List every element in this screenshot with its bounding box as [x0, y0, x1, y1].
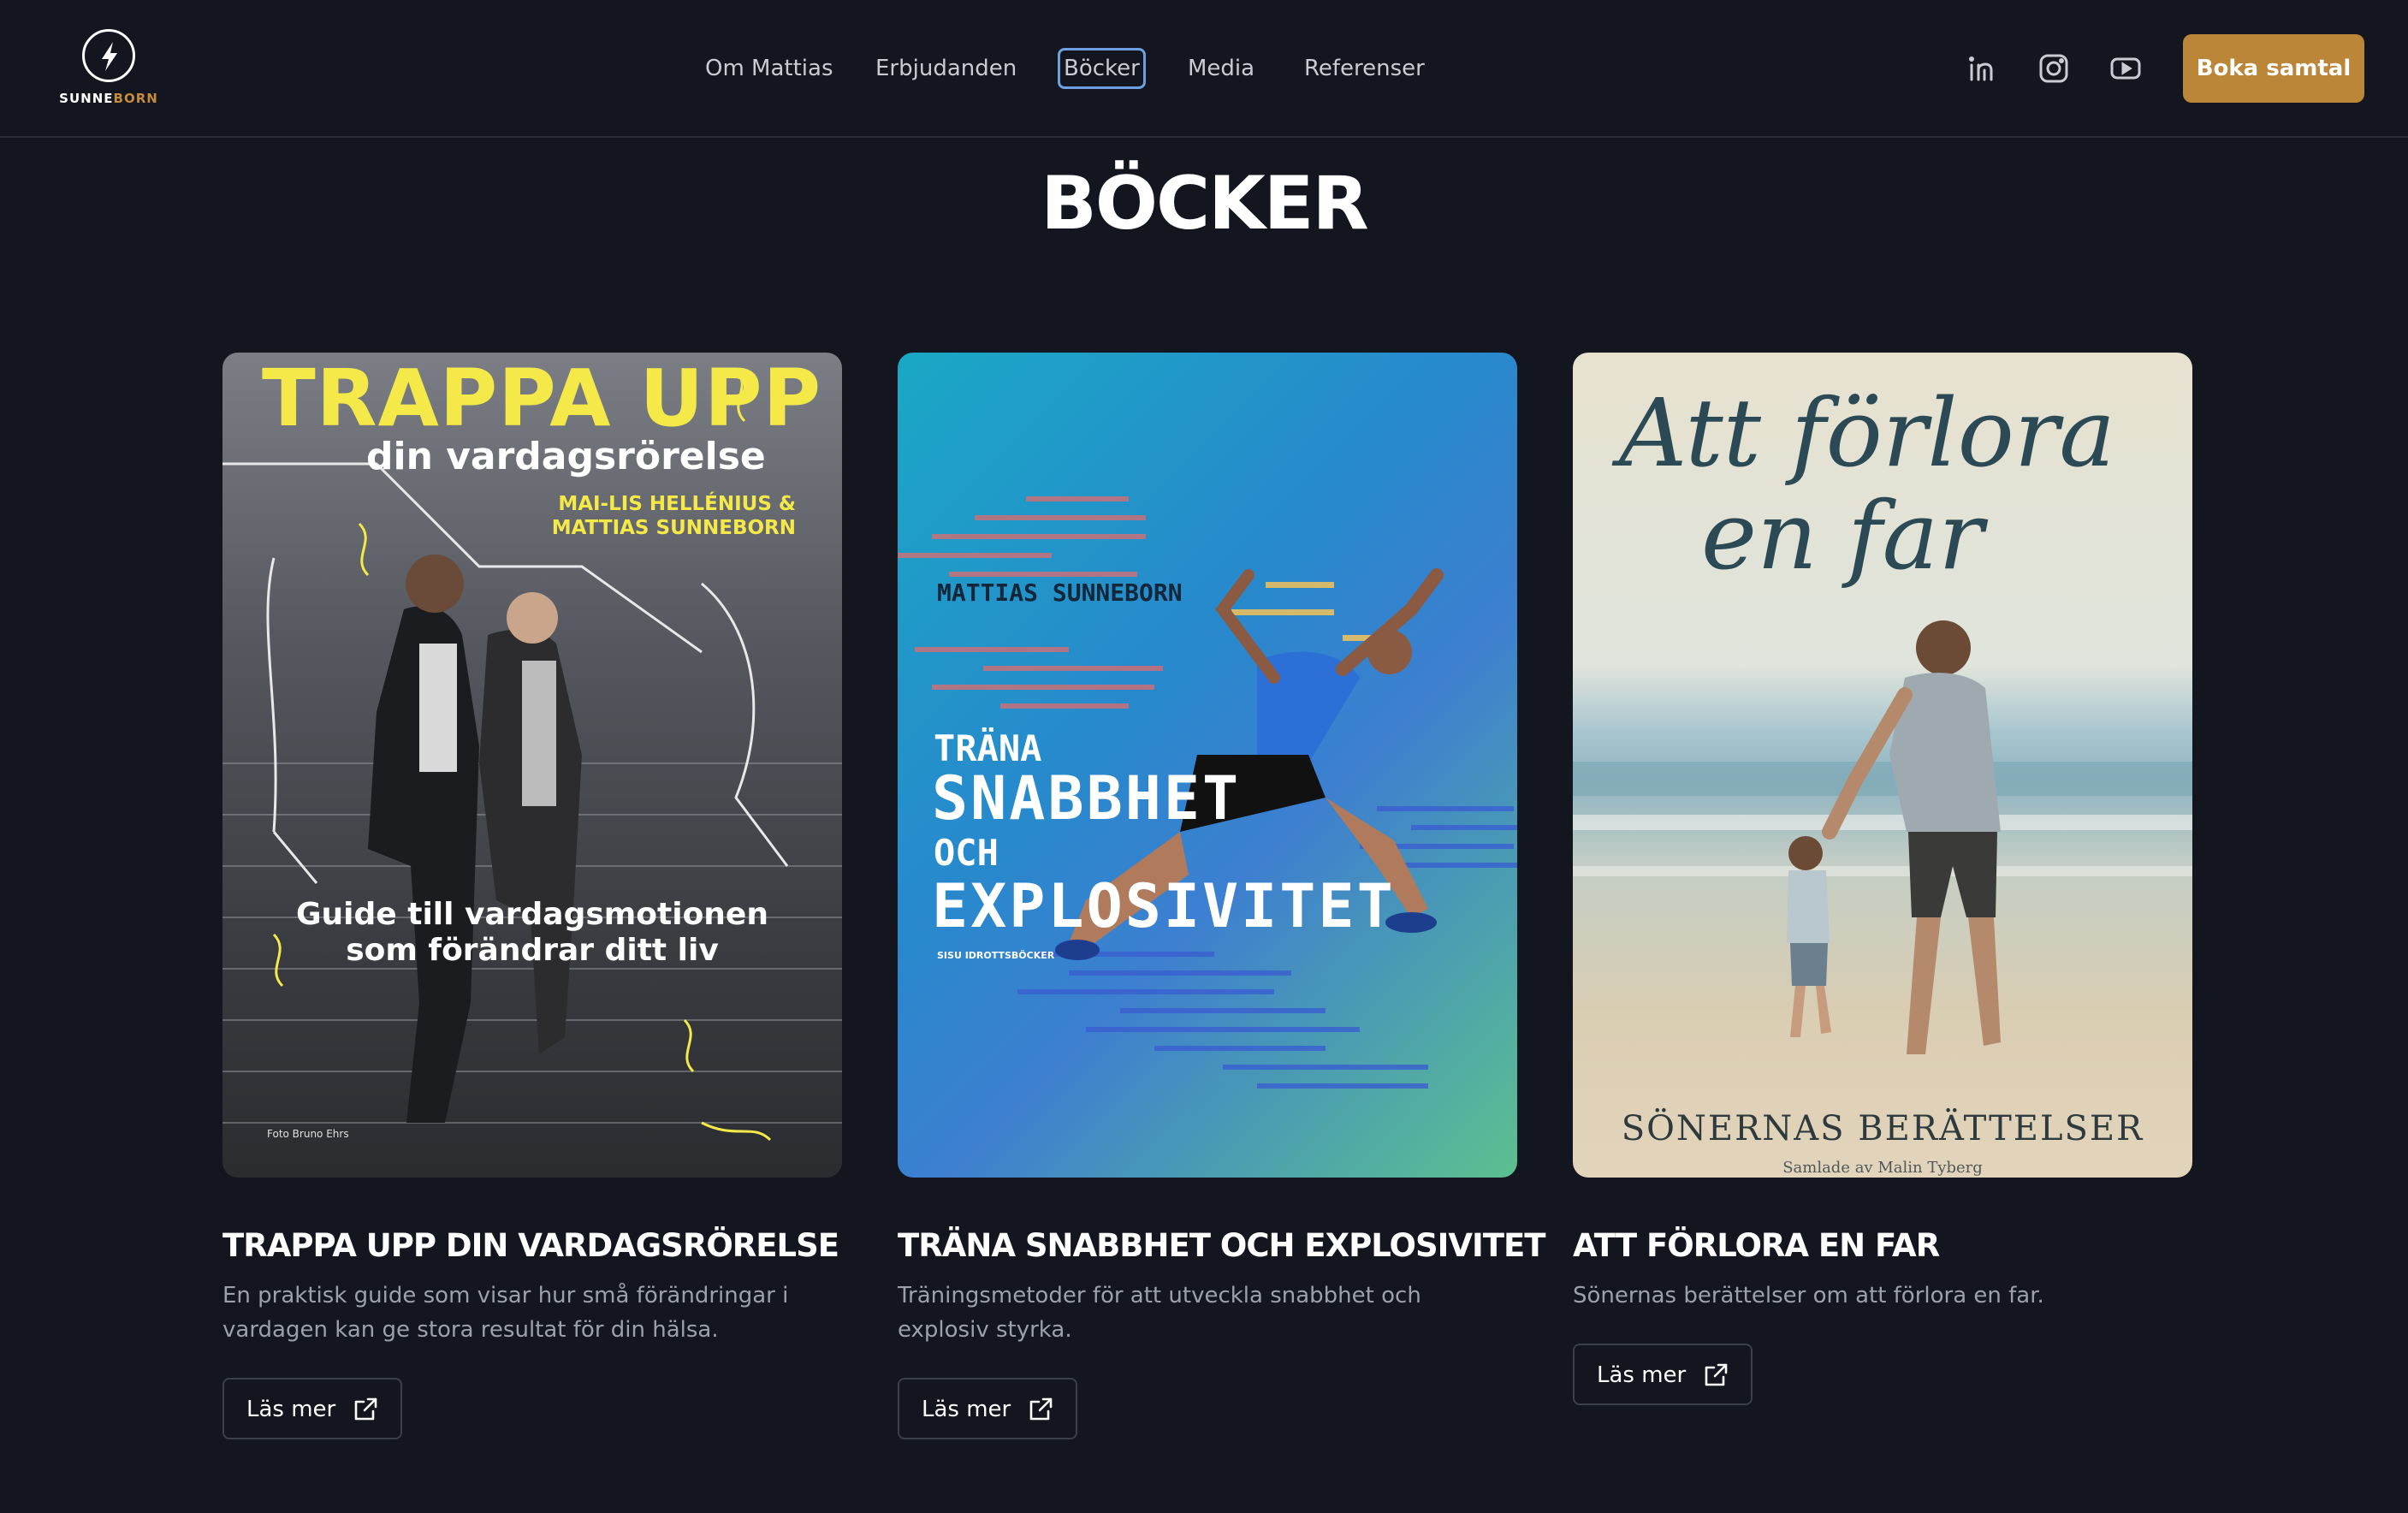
- cover-guide-line2: som förändrar ditt liv: [346, 933, 719, 968]
- cover-guide-text: Guide till vardagsmotionen som förändrar…: [222, 897, 842, 969]
- cover-publisher: SISU IDROTTSBÖCKER: [937, 950, 1055, 961]
- youtube-icon[interactable]: [2108, 51, 2143, 86]
- logo-wordmark: SUNNEBORN: [56, 91, 161, 106]
- book-call-button[interactable]: Boka samtal: [2183, 34, 2364, 103]
- cover-line2: SNABBHET: [932, 763, 1242, 834]
- nav-media[interactable]: Media: [1188, 48, 1254, 89]
- site-header: SUNNEBORN Om Mattias Erbjudanden Böcker …: [0, 0, 2408, 138]
- read-more-button[interactable]: Läs mer: [1573, 1344, 1753, 1405]
- book-title: ATT FÖRLORA EN FAR: [1573, 1227, 1940, 1264]
- linkedin-icon[interactable]: [1965, 51, 1999, 86]
- read-more-button[interactable]: Läs mer: [222, 1378, 402, 1439]
- external-link-icon: [1705, 1363, 1728, 1386]
- book-title: TRÄNA SNABBHET OCH EXPLOSIVITET: [898, 1227, 1546, 1264]
- read-more-label: Läs mer: [246, 1397, 336, 1422]
- cover-editor: Samlade av Malin Tyberg: [1782, 1159, 1983, 1177]
- nav-erbjudanden[interactable]: Erbjudanden: [875, 48, 1017, 89]
- cover-subtitle: SÖNERNAS BERÄTTELSER: [1621, 1109, 2144, 1148]
- cover-author1: MAI-LIS HELLÉNIUS &: [558, 493, 796, 515]
- book-cover-image[interactable]: Att förlora en far SÖNERNAS BERÄTTELSER …: [1573, 353, 2192, 1178]
- nav-bocker[interactable]: Böcker: [1058, 48, 1146, 89]
- cover-author2: MATTIAS SUNNEBORN: [551, 517, 796, 539]
- book-description: En praktisk guide som visar hur små förä…: [222, 1283, 789, 1343]
- book-description: Träningsmetoder för att utveckla snabbhe…: [898, 1283, 1421, 1343]
- cover-line2: en far: [1701, 481, 1984, 590]
- cover-line3: OCH: [934, 832, 999, 874]
- cover-photo-credit: Foto Bruno Ehrs: [267, 1128, 349, 1140]
- read-more-label: Läs mer: [922, 1397, 1011, 1422]
- page-title: BÖCKER: [1041, 161, 1368, 246]
- logo[interactable]: SUNNEBORN: [56, 29, 161, 110]
- cover-line2: din vardagsrörelse: [366, 435, 766, 478]
- logo-text-part2: BORN: [113, 91, 158, 106]
- cover-line1: TRAPPA UPP: [262, 353, 821, 444]
- book-description: Sönernas berättelser om att förlora en f…: [1573, 1283, 2044, 1308]
- cover-line4: EXPLOSIVITET: [932, 871, 1396, 941]
- logo-text-part1: SUNNE: [59, 91, 114, 106]
- lightning-bolt-icon: [82, 29, 135, 82]
- read-more-button[interactable]: Läs mer: [898, 1378, 1077, 1439]
- external-link-icon: [354, 1397, 377, 1421]
- book-cover-image[interactable]: MATTIAS SUNNEBORN TRÄNA SNABBHET OCH EXP…: [898, 353, 1517, 1178]
- cover-guide-line1: Guide till vardagsmotionen: [296, 897, 768, 932]
- read-more-label: Läs mer: [1597, 1362, 1687, 1388]
- cover-author: MATTIAS SUNNEBORN: [937, 578, 1183, 607]
- cover-line1: Att förlora: [1619, 378, 2115, 488]
- external-link-icon: [1029, 1397, 1053, 1421]
- nav-om-mattias[interactable]: Om Mattias: [705, 48, 833, 89]
- instagram-icon[interactable]: [2037, 51, 2071, 86]
- book-title: TRAPPA UPP DIN VARDAGSRÖRELSE: [222, 1227, 839, 1264]
- nav-referenser[interactable]: Referenser: [1304, 48, 1425, 89]
- book-cover-image[interactable]: TRAPPA UPP din vardagsrörelse MAI-LIS HE…: [222, 353, 842, 1178]
